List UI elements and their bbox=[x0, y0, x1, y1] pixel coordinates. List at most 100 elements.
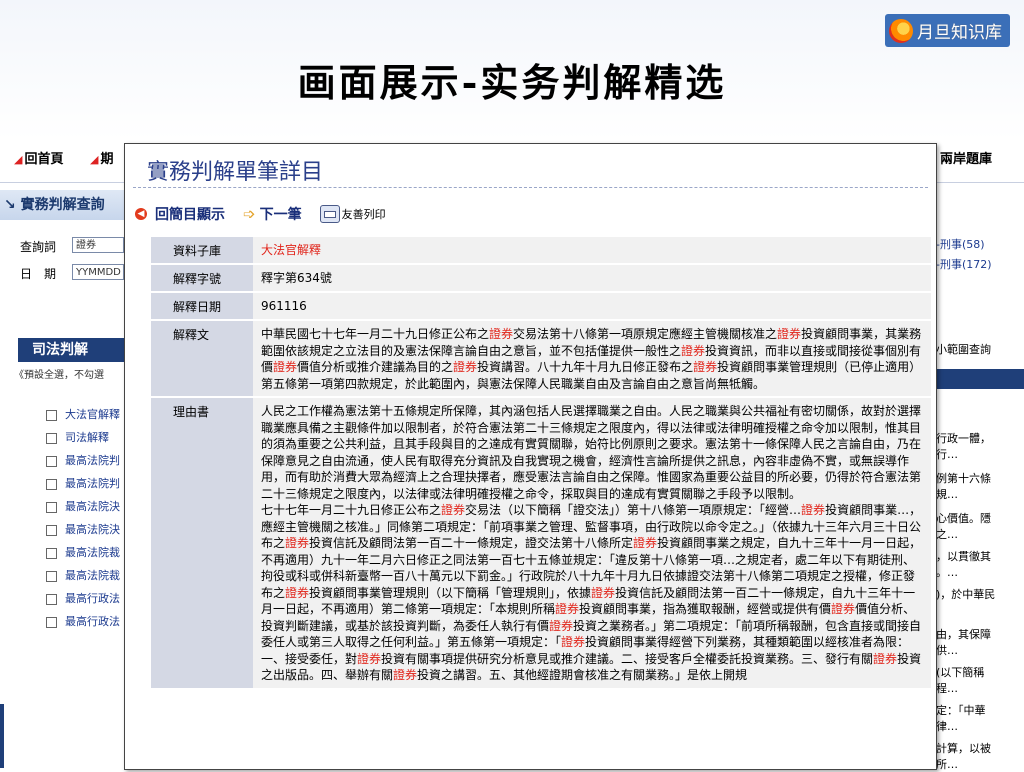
query-label: 查詢詞 bbox=[20, 240, 57, 254]
highlighted-keyword: 證券 bbox=[489, 327, 514, 341]
detail-field-value: 961116 bbox=[253, 292, 931, 321]
judicial-checkbox-item[interactable]: 大法官解釋 bbox=[46, 406, 120, 422]
result-snippet: 條第一項原 bbox=[936, 392, 991, 405]
result-snippet: 行政一體， bbox=[936, 432, 991, 445]
judicial-checkbox-item[interactable]: 司法解釋 bbox=[46, 429, 109, 445]
checkbox[interactable] bbox=[46, 593, 57, 605]
judicial-checkbox-item[interactable]: 最高法院決 bbox=[46, 498, 120, 514]
triangle-icon: ◢ bbox=[90, 153, 99, 166]
judicial-checkbox-item[interactable]: 最高行政法 bbox=[46, 613, 120, 629]
highlighted-keyword: 證券 bbox=[873, 651, 898, 666]
query-input[interactable]: 證券 bbox=[72, 237, 124, 253]
checkbox[interactable] bbox=[46, 409, 57, 421]
checkbox[interactable] bbox=[46, 432, 57, 444]
value-text: 中華民國七十七年一月二十九日修正公布之 bbox=[261, 327, 490, 341]
checkbox[interactable] bbox=[46, 616, 57, 628]
judicial-section-tip: 《預設全選，不勾選 bbox=[14, 370, 104, 381]
highlighted-keyword: 證券 bbox=[453, 360, 478, 374]
judicial-checkbox-item[interactable]: 最高法院判 bbox=[46, 475, 120, 491]
highlighted-keyword: 證券 bbox=[693, 360, 718, 374]
detail-field-label: 解釋日期 bbox=[151, 292, 253, 321]
judicial-checkbox-label: 大法官解釋 bbox=[65, 408, 120, 421]
next-record-label: 下一筆 bbox=[259, 207, 302, 223]
result-snippet: 所… bbox=[936, 758, 958, 771]
result-snippet: 定：「中華 bbox=[936, 704, 986, 717]
checkbox[interactable] bbox=[46, 455, 57, 467]
highlighted-keyword: 證券 bbox=[285, 585, 310, 600]
judicial-checkbox-item[interactable]: 最高法院判 bbox=[46, 452, 120, 468]
back-to-list-button[interactable]: ◀ 回簡目顯示 bbox=[135, 204, 225, 224]
checkbox[interactable] bbox=[46, 524, 57, 536]
printer-icon bbox=[319, 205, 340, 223]
detail-field-value: 中華民國七十七年一月二十九日修正公布之證券交易法第十八條第一項原規定應經主管機關… bbox=[253, 320, 931, 398]
judicial-checkbox-label: 最高法院裁 bbox=[65, 546, 120, 559]
value-text: 投資顧問事業管理規則（以下簡稱「管理規則」，依據 bbox=[309, 585, 592, 600]
judicial-checkbox-item[interactable]: 最高法院裁 bbox=[46, 567, 120, 583]
value-text: 交易法（以下簡稱「證交法」）第十八條第一項原規定：「經營… bbox=[465, 503, 802, 517]
nav-item-label: 兩岸題庫 bbox=[940, 152, 993, 167]
checkbox[interactable] bbox=[46, 478, 57, 490]
judicial-checkbox-label: 最高行政法 bbox=[65, 615, 120, 628]
friendly-print-label: 友善列印 bbox=[341, 208, 386, 221]
result-snippet: (以下簡稱 bbox=[936, 666, 985, 679]
judicial-checkbox-label: 司法解釋 bbox=[65, 431, 109, 444]
detail-popup: 實務判解單筆詳目 ◀ 回簡目顯示 ➩ 下一筆 友善列印 資料子庫 大法官解釋 解釋字… bbox=[124, 143, 937, 770]
result-snippet: 小範圍查詢 bbox=[936, 343, 991, 356]
value-text: 投資信託及顧問法第一百二十一條規定，證交法第十八條所定 bbox=[309, 536, 634, 550]
result-snippet: 例第十六條 bbox=[936, 472, 991, 485]
highlighted-keyword: 證券 bbox=[555, 602, 580, 616]
detail-row: 解釋文 中華民國七十七年一月二十九日修正公布之證券交易法第十八條第一項原規定應經主… bbox=[151, 320, 931, 398]
value-text: 投資講習。八十九年十月九日修正發布之 bbox=[477, 360, 694, 374]
next-record-button[interactable]: ➩ 下一筆 bbox=[243, 204, 302, 224]
judicial-checkbox-item[interactable]: 最高行政法 bbox=[46, 590, 120, 606]
result-snippet: 行… bbox=[936, 448, 958, 461]
highlighted-keyword: 證券 bbox=[357, 651, 382, 666]
highlighted-keyword: 證券 bbox=[285, 536, 310, 550]
detail-field-label: 解釋文 bbox=[151, 320, 253, 398]
nav-item-journal[interactable]: ◢ 期 bbox=[90, 148, 113, 167]
detail-field-value: 大法官解釋 bbox=[253, 237, 931, 265]
nav-item-cross-strait-bank[interactable]: 兩岸題庫 bbox=[940, 148, 992, 167]
triangle-icon: ◢ bbox=[14, 153, 23, 166]
result-snippet: 律… bbox=[936, 720, 958, 733]
result-snippet[interactable]: -刑事(58) bbox=[936, 236, 1024, 252]
nav-item-label: 回首頁 bbox=[24, 152, 64, 167]
results-column: -刑事(58) -刑事(172) 小範圍查詢 條第一項原 行政一體， 行… 例第十六條 規… 心… bbox=[932, 184, 1024, 771]
value-text: 投資顧問事業，指為獲取報酬，經營或提供有價 bbox=[579, 602, 832, 616]
judicial-section-header: 司法判解 bbox=[18, 338, 124, 362]
result-snippet: 心價值。隱 bbox=[936, 512, 991, 525]
corner-arrow-icon: ↘ bbox=[4, 197, 21, 213]
orange-swirl-icon bbox=[889, 18, 913, 43]
detail-field-label: 解釋字號 bbox=[151, 264, 253, 293]
detail-field-value: 人民之工作權為憲法第十五條規定所保障，其內涵包括人民選擇職業之自由。人民之職業與… bbox=[253, 397, 931, 690]
search-sidebar: ↘ 實務判解查詢 查詢詞 證券 日 期 YYMMDD 司法判解 《預設全選，不勾… bbox=[0, 184, 124, 768]
brand-logo-badge: 月旦知识库 bbox=[885, 14, 1010, 47]
highlighted-keyword: 證券 bbox=[681, 343, 706, 358]
search-panel-header: ↘ 實務判解查詢 bbox=[0, 190, 124, 220]
highlighted-keyword: 大法官解釋 bbox=[261, 243, 322, 257]
highlighted-keyword: 證券 bbox=[273, 360, 298, 374]
value-text: 價值分析或推介建議為目的之 bbox=[297, 360, 454, 374]
result-snippet[interactable]: -刑事(172) bbox=[936, 256, 1024, 272]
date-input[interactable]: YYMMDD bbox=[72, 264, 124, 280]
checkbox[interactable] bbox=[46, 501, 57, 513]
friendly-print-button[interactable]: 友善列印 bbox=[319, 205, 386, 223]
highlighted-keyword: 證券 bbox=[801, 503, 826, 517]
date-label: 日 期 bbox=[20, 267, 57, 281]
checkbox[interactable] bbox=[46, 570, 57, 582]
judicial-checkbox-item[interactable]: 最高法院決 bbox=[46, 521, 120, 537]
judicial-checkbox-label: 最高法院決 bbox=[65, 500, 120, 513]
value-text: 投資有關事項提供研究分析意見或推介建議。二、接受客戶全權委託投資業務。三、發行有… bbox=[381, 651, 874, 666]
checkbox[interactable] bbox=[46, 547, 57, 559]
judicial-checkbox-item[interactable]: 最高法院裁 bbox=[46, 544, 120, 560]
value-text: 投資之講習。五、其他經證期會核准之有關業務。」是依上開規 bbox=[417, 668, 748, 682]
detail-field-value: 釋字第634號 bbox=[253, 264, 931, 293]
detail-row: 理由書 人民之工作權為憲法第十五條規定所保障，其內涵包括人民選擇職業之自由。人民之… bbox=[151, 397, 931, 690]
detail-field-label: 資料子庫 bbox=[151, 237, 253, 265]
highlighted-keyword: 證券 bbox=[441, 503, 466, 517]
judicial-checkbox-label: 最高法院判 bbox=[65, 454, 120, 467]
result-snippet: 程… bbox=[936, 682, 958, 695]
result-snippet: 。… bbox=[936, 566, 958, 579]
nav-item-home[interactable]: ◢ 回首頁 bbox=[14, 148, 63, 167]
highlighted-keyword: 證券 bbox=[831, 602, 856, 616]
